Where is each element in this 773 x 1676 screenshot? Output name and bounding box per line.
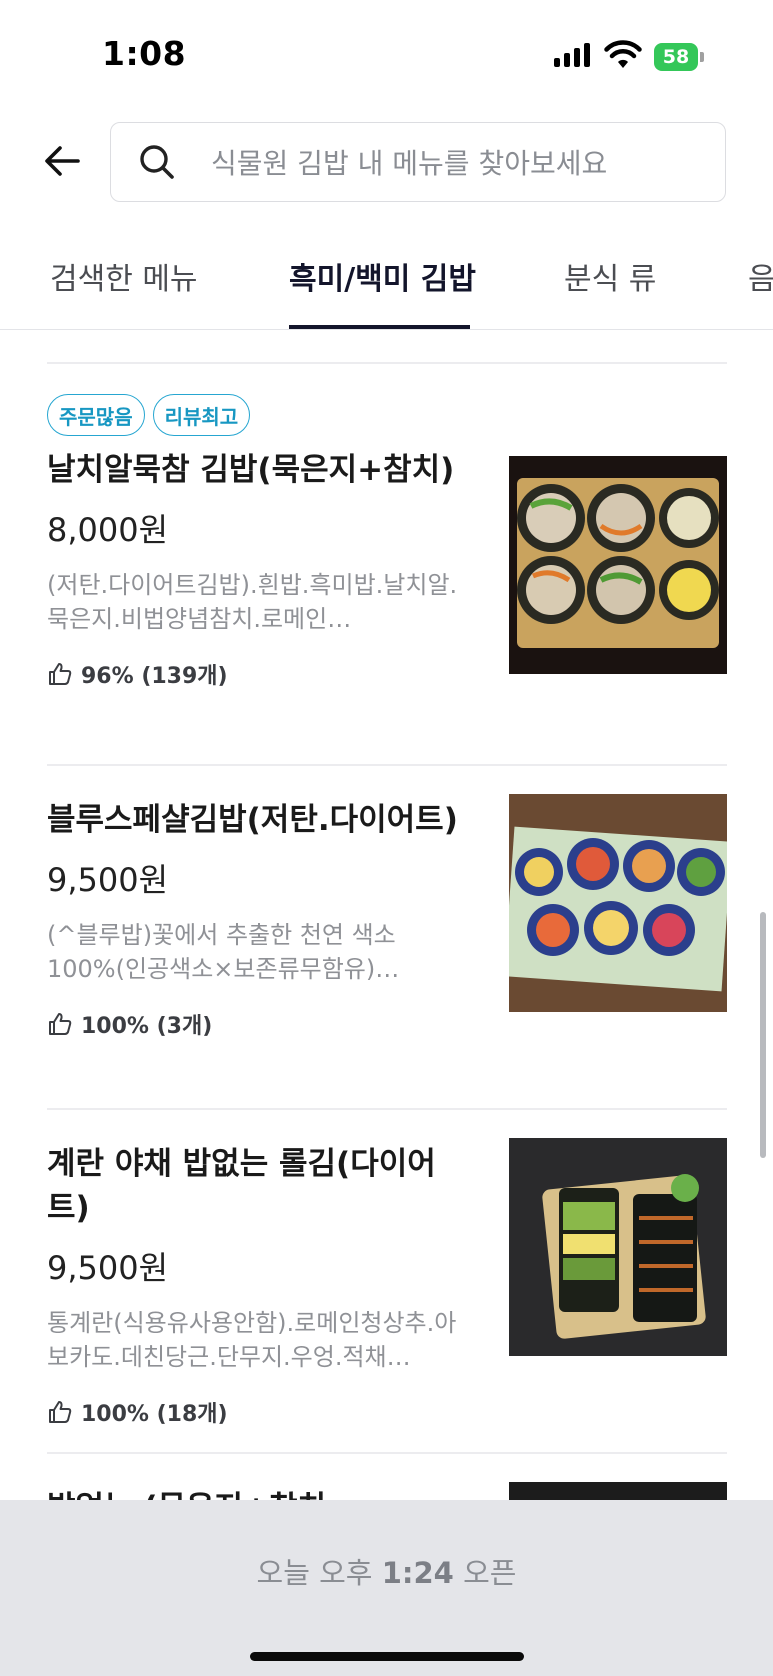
menu-name: 밥없는 (묵은지+참치 [47,1486,467,1500]
scrollbar[interactable] [760,912,766,1158]
badge-popular: 주문많음 [47,394,145,436]
tab-searched-menu[interactable]: 검색한 메뉴 [50,254,198,329]
active-tab-indicator [289,325,470,329]
search-placeholder: 식물원 김밥 내 메뉴를 찾아보세요 [211,147,608,180]
menu-photo[interactable] [509,794,727,1012]
divider [47,764,727,766]
menu-photo[interactable] [509,456,727,674]
search-input[interactable]: 식물원 김밥 내 메뉴를 찾아보세요 [110,122,726,202]
battery-icon: 58 [654,43,706,71]
opening-time: 1:24 [381,1556,454,1590]
tab-snacks[interactable]: 분식 류 [564,254,656,329]
thumbs-up-icon [49,1401,72,1423]
divider [47,1108,727,1110]
badge-group: 주문많음 리뷰최고 [47,394,727,436]
badge-top-review: 리뷰최고 [152,394,251,436]
menu-photo[interactable] [509,1138,727,1356]
battery-level: 58 [654,43,698,71]
opening-prefix: 오늘 오후 [256,1556,382,1590]
menu-name: 날치알묵참 김밥(묵은지+참치) [47,452,455,488]
menu-item[interactable]: 주문많음 리뷰최고 날치알묵참 김밥(묵은지+참치) 8,000원 (저탄.다이… [47,394,727,724]
rating-text: 100% (18개) [81,1402,228,1427]
search-icon [140,145,174,179]
tab-drinks[interactable]: 음 [748,254,773,329]
menu-description: (저탄.다이어트김밥).흰밥.흑미밥.날치알.묵은지.비법양념참치.로메인… [47,571,458,633]
status-time: 1:08 [102,34,187,73]
rating-text: 96% (139개) [81,664,228,689]
signal-icon [554,43,590,67]
wifi-icon [604,40,642,68]
menu-item[interactable]: 밥없는 (묵은지+참치 [47,1482,727,1500]
divider [47,362,727,364]
menu-item[interactable]: 계란 야채 밥없는 롤김(다이어트) 9,500원 통계란(식용유사용안함).로… [47,1138,727,1438]
rating-text: 100% (3개) [81,1014,213,1039]
menu-item[interactable]: 블루스페샬김밥(저탄.다이어트) 9,500원 (^블루밥)꽃에서 추출한 천연… [47,794,727,1094]
home-indicator [250,1652,524,1661]
menu-description: (^블루밥)꽃에서 추출한 천연 색소 100%(인공색소×보존류무함유)… [47,921,400,983]
menu-list: 주문많음 리뷰최고 날치알묵참 김밥(묵은지+참치) 8,000원 (저탄.다이… [0,332,773,1500]
divider [47,1452,727,1454]
thumbs-up-icon [49,663,72,685]
menu-rating: 100% (3개) [47,1008,727,1040]
arrow-left-icon[interactable] [40,138,86,184]
opening-time-text: 오늘 오후 1:24 오픈 [0,1550,773,1592]
menu-rating: 100% (18개) [47,1396,727,1428]
category-tabs: 검색한 메뉴 흑미/백미 김밥 분식 류 음 [0,232,773,330]
search-header: 식물원 김밥 내 메뉴를 찾아보세요 [0,122,773,202]
store-open-bar: 오늘 오후 1:24 오픈 [0,1500,773,1676]
menu-name: 계란 야채 밥없는 롤김(다이어트) [47,1146,436,1226]
thumbs-up-icon [49,1013,72,1035]
menu-photo[interactable] [509,1482,727,1500]
tab-kimbap[interactable]: 흑미/백미 김밥 [289,254,476,329]
menu-name: 블루스페샬김밥(저탄.다이어트) [47,802,458,838]
status-bar: 1:08 58 [0,0,773,110]
opening-suffix: 오픈 [453,1556,517,1590]
menu-description: 통계란(식용유사용안함).로메인청상추.아보카도.데친당근.단무지.우엉.적채… [47,1309,457,1371]
